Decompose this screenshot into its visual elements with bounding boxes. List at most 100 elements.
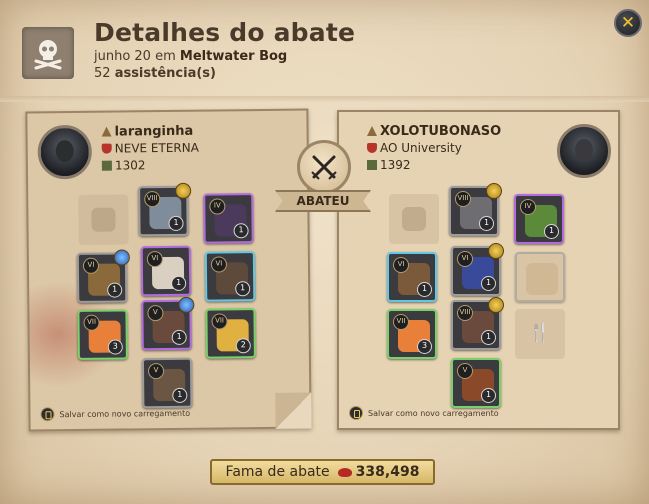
quantity-badge: 1: [172, 387, 188, 403]
kill-date-location: junho 20 em Meltwater Bog: [94, 49, 287, 64]
victim-slot-mount[interactable]: V1: [451, 358, 501, 408]
kill-fame-label: Fama de abate: [225, 464, 330, 480]
item-power-icon: [101, 160, 112, 171]
victim-name: XOLOTUBONASO: [367, 124, 501, 139]
assists-count: 52: [94, 66, 111, 81]
victim-slot-helmet[interactable]: VIII 1: [449, 183, 502, 236]
fame-icon: [337, 467, 352, 477]
tier-badge: VII: [83, 314, 100, 331]
victim-slot-cape[interactable]: IV 1: [514, 194, 564, 244]
header-divider: [0, 96, 649, 102]
tier-badge: VI: [146, 251, 163, 268]
tier-badge: V: [457, 363, 473, 379]
killer-name: laranginha: [101, 124, 193, 140]
victim-avatar: [557, 124, 611, 178]
kill-fame-bar: Fama de abate 338,498: [210, 459, 435, 485]
killer-slot-hood[interactable]: VIII 1: [138, 182, 192, 237]
crossed-swords-icon: [297, 140, 351, 194]
quantity-badge: 2: [235, 338, 251, 354]
tier-badge: VIII: [144, 191, 161, 208]
rank-icon: [101, 127, 111, 137]
victim-slot-crossbow-offhand[interactable]: [515, 252, 565, 302]
star-icon: [113, 249, 130, 266]
tier-badge: VII: [393, 314, 409, 330]
victim-slot-boots[interactable]: VIII 1: [451, 297, 504, 350]
empty-bag-icon: [402, 207, 426, 231]
quantity-badge: 1: [235, 281, 251, 297]
quantity-badge: 1: [168, 215, 184, 231]
victim-slot-crossbow[interactable]: VI 1: [387, 252, 437, 302]
killer-equipment-grid: VIII 1 IV 1 VI 1 VI 1 VI 1 VII 3 V 1 VII 2 V 1: [27, 111, 306, 409]
kill-details-window: Detalhes do abate junho 20 em Meltwater …: [0, 0, 649, 504]
killer-slot-mount[interactable]: V1: [141, 357, 193, 409]
window-title: Detalhes do abate: [94, 18, 356, 47]
quantity-badge: 1: [171, 329, 187, 345]
kill-fame-value: 338,498: [355, 464, 420, 480]
victim-item-power: 1392: [367, 158, 411, 172]
killer-slot-bag[interactable]: [78, 194, 129, 245]
crossbow-offhand-icon: [526, 263, 558, 295]
assists-label: assistência(s): [114, 66, 216, 81]
quantity-badge: 1: [481, 276, 496, 291]
killed-ribbon: ABATEU: [275, 190, 371, 212]
tier-badge: IV: [209, 198, 226, 215]
tier-badge: V: [147, 305, 164, 322]
killer-save-loadout-button[interactable]: Salvar como novo carregamento: [40, 406, 190, 422]
killer-guild: NEVE ETERNA: [101, 141, 199, 156]
killer-panel: laranginha NEVE ETERNA 1302 VIII 1 IV 1 VI 1 V…: [25, 108, 312, 432]
killer-slot-cape[interactable]: IV 1: [203, 193, 254, 244]
skull-icon: [22, 27, 74, 79]
killer-avatar: [37, 124, 93, 180]
cutlery-icon: 🍴: [528, 322, 552, 343]
empty-bag-icon: [91, 207, 116, 232]
quantity-badge: 1: [479, 216, 494, 231]
killer-slot-crossbow[interactable]: VI 1: [76, 249, 130, 303]
victim-guild: AO University: [367, 141, 462, 155]
page-fold: [275, 392, 312, 429]
victim-slot-robe[interactable]: VI 1: [451, 243, 504, 296]
quantity-badge: 1: [544, 224, 559, 239]
quantity-badge: 3: [417, 339, 432, 354]
tier-badge: VI: [82, 257, 100, 274]
star-icon: [178, 296, 195, 313]
killer-slot-plate-armor[interactable]: VI 1: [140, 245, 192, 297]
save-loadout-icon: [349, 406, 363, 420]
item-power-icon: [367, 160, 377, 170]
quantity-badge: 1: [481, 330, 496, 345]
victim-slot-bag[interactable]: [389, 194, 439, 244]
tier-badge: IV: [520, 199, 536, 215]
plus-icon: [486, 183, 502, 199]
killer-slot-shield[interactable]: VI 1: [204, 251, 256, 302]
killer-slot-omelette[interactable]: VII 2: [205, 308, 256, 359]
guild-crest-icon: [367, 143, 377, 153]
tier-badge: VIII: [455, 191, 471, 207]
save-loadout-icon: [40, 407, 55, 422]
quantity-badge: 1: [417, 282, 432, 297]
tier-badge: VI: [393, 257, 409, 273]
tier-badge: VIII: [457, 305, 473, 321]
kill-date: junho 20 em: [94, 49, 176, 64]
close-icon: ✕: [620, 12, 636, 33]
quantity-badge: 1: [171, 275, 187, 291]
victim-save-loadout-button[interactable]: Salvar como novo carregamento: [349, 406, 499, 420]
tier-badge: VI: [457, 251, 473, 267]
plus-icon: [488, 243, 504, 259]
killer-slot-potion[interactable]: VII 3: [77, 309, 128, 360]
plus-icon: [175, 182, 192, 199]
quantity-badge: 1: [481, 388, 496, 403]
close-button[interactable]: ✕: [614, 9, 642, 37]
tier-badge: V: [147, 363, 165, 380]
tier-badge: VI: [210, 256, 228, 273]
tier-badge: VII: [211, 313, 228, 330]
guild-crest-icon: [101, 143, 112, 154]
victim-panel: XOLOTUBONASO AO University 1392 VIII 1 IV 1…: [337, 110, 620, 430]
killer-slot-boots[interactable]: V1: [141, 296, 195, 351]
quantity-badge: 1: [233, 223, 249, 239]
victim-slot-potion[interactable]: VII 3: [387, 309, 437, 359]
victim-slot-food[interactable]: 🍴: [515, 309, 565, 359]
killer-item-power: 1302: [101, 158, 146, 173]
quantity-badge: 3: [107, 339, 123, 355]
assists: 52 assistência(s): [94, 66, 216, 81]
quantity-badge: 1: [107, 282, 123, 298]
kill-location: Meltwater Bog: [179, 49, 288, 64]
